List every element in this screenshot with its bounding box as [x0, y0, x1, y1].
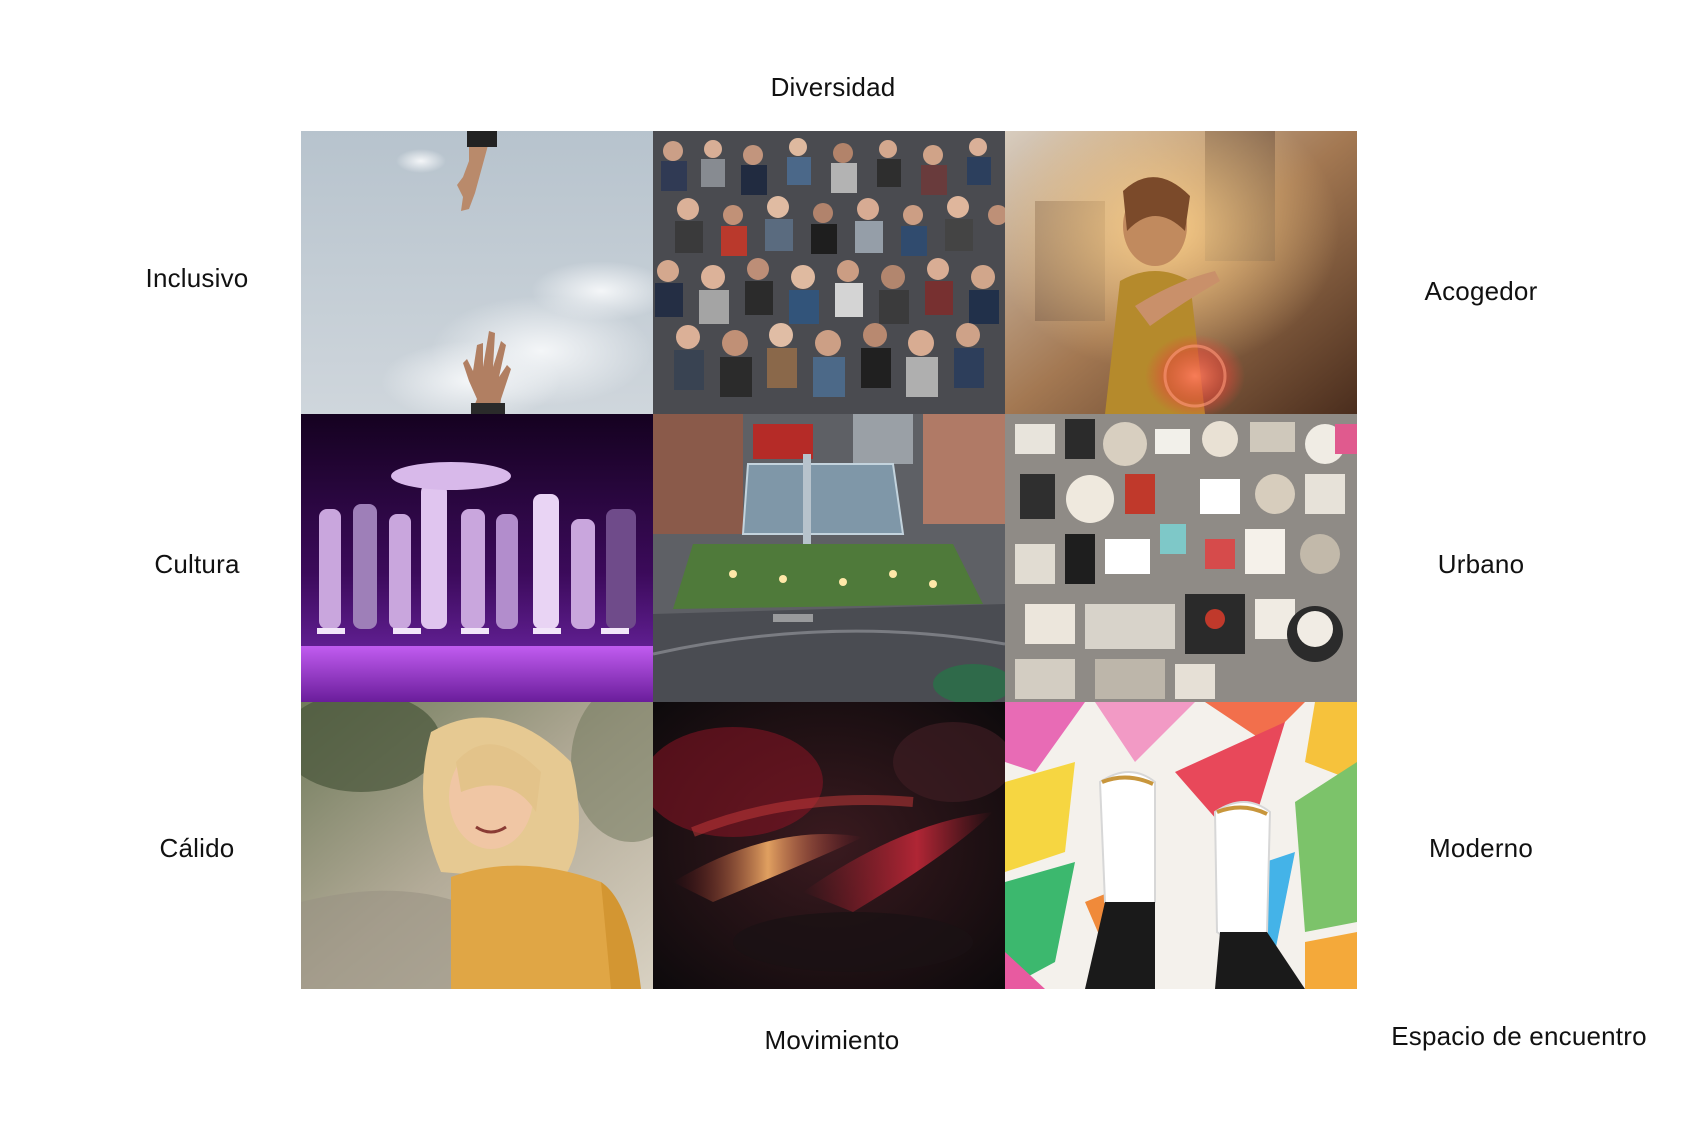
- photo-hands-sky: [301, 131, 653, 414]
- moodboard-grid: [301, 131, 1357, 989]
- label-corner: Espacio de encuentro: [1391, 1021, 1647, 1051]
- photo-urban-building: [653, 414, 1005, 702]
- label-top: Diversidad: [770, 72, 896, 102]
- label-right-1: Acogedor: [1424, 276, 1538, 306]
- photo-motion-blur: [653, 702, 1005, 989]
- label-right-2: Urbano: [1437, 549, 1525, 579]
- photo-crowd: [653, 131, 1005, 414]
- label-right-3: Moderno: [1428, 833, 1534, 863]
- photo-colorful-floor: [1005, 702, 1357, 989]
- photo-offering-hand: [1005, 131, 1357, 414]
- photo-dance-performance: [301, 414, 653, 702]
- photo-sticker-wall: [1005, 414, 1357, 702]
- label-left-2: Cultura: [154, 549, 240, 579]
- label-left-1: Inclusivo: [145, 263, 249, 293]
- photo-smiling-woman: [301, 702, 653, 989]
- label-left-3: Cálido: [159, 833, 235, 863]
- label-bottom: Movimiento: [764, 1025, 900, 1055]
